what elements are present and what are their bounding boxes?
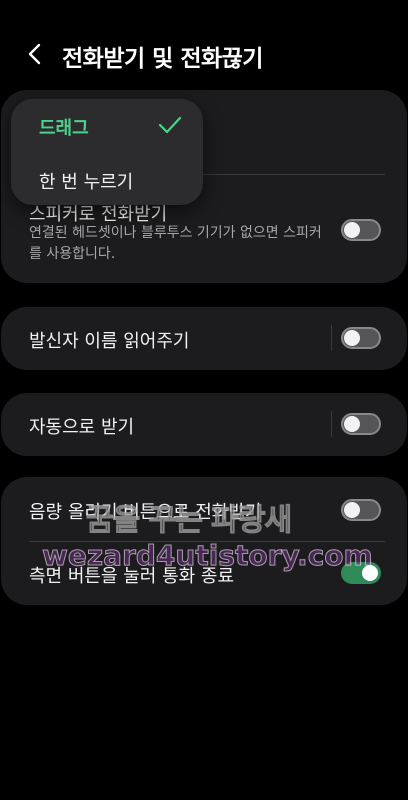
- back-arrow-icon[interactable]: [22, 40, 50, 68]
- caller-name-row[interactable]: 발신자 이름 읽어주기: [1, 307, 407, 370]
- volume-key-answer-toggle[interactable]: [341, 499, 381, 521]
- toggle-knob: [344, 330, 360, 346]
- page-title: 전화받기 및 전화끊기: [62, 46, 263, 72]
- check-icon: [158, 116, 182, 134]
- header: 전화받기 및 전화끊기: [0, 30, 408, 80]
- caller-name-toggle[interactable]: [341, 327, 381, 349]
- answer-method-popup: 드래그 한 번 누르기: [11, 99, 203, 205]
- volume-key-answer-label: 음량 올리기 버튼으로 전화받기: [29, 502, 262, 523]
- side-key-end-call-row[interactable]: 측면 버튼을 눌러 통화 종료: [1, 541, 407, 605]
- auto-answer-row[interactable]: 자동으로 받기: [1, 393, 407, 456]
- toggle-knob: [344, 416, 360, 432]
- speaker-answer-toggle[interactable]: [341, 219, 381, 241]
- volume-key-answer-row[interactable]: 음량 올리기 버튼으로 전화받기: [1, 477, 407, 541]
- auto-answer-card: 자동으로 받기: [1, 393, 407, 456]
- speaker-answer-description: 연결된 헤드셋이나 블루투스 기기가 없으면 스피커를 사용합니다.: [29, 225, 322, 262]
- auto-answer-label: 자동으로 받기: [29, 417, 135, 438]
- toggle-knob: [362, 565, 378, 581]
- auto-answer-toggle[interactable]: [341, 413, 381, 435]
- side-key-end-call-label: 측면 버튼을 눌러 통화 종료: [29, 566, 235, 587]
- vertical-divider: [331, 325, 332, 351]
- option-tap-once[interactable]: 한 번 누르기: [39, 168, 133, 194]
- side-key-end-call-toggle[interactable]: [341, 562, 381, 584]
- caller-name-label: 발신자 이름 읽어주기: [29, 331, 190, 352]
- toggle-knob: [344, 502, 360, 518]
- button-controls-card: 음량 올리기 버튼으로 전화받기 측면 버튼을 눌러 통화 종료: [1, 477, 407, 605]
- toggle-knob: [344, 222, 360, 238]
- caller-name-card: 발신자 이름 읽어주기: [1, 307, 407, 370]
- option-drag[interactable]: 드래그: [39, 114, 89, 140]
- vertical-divider: [331, 411, 332, 437]
